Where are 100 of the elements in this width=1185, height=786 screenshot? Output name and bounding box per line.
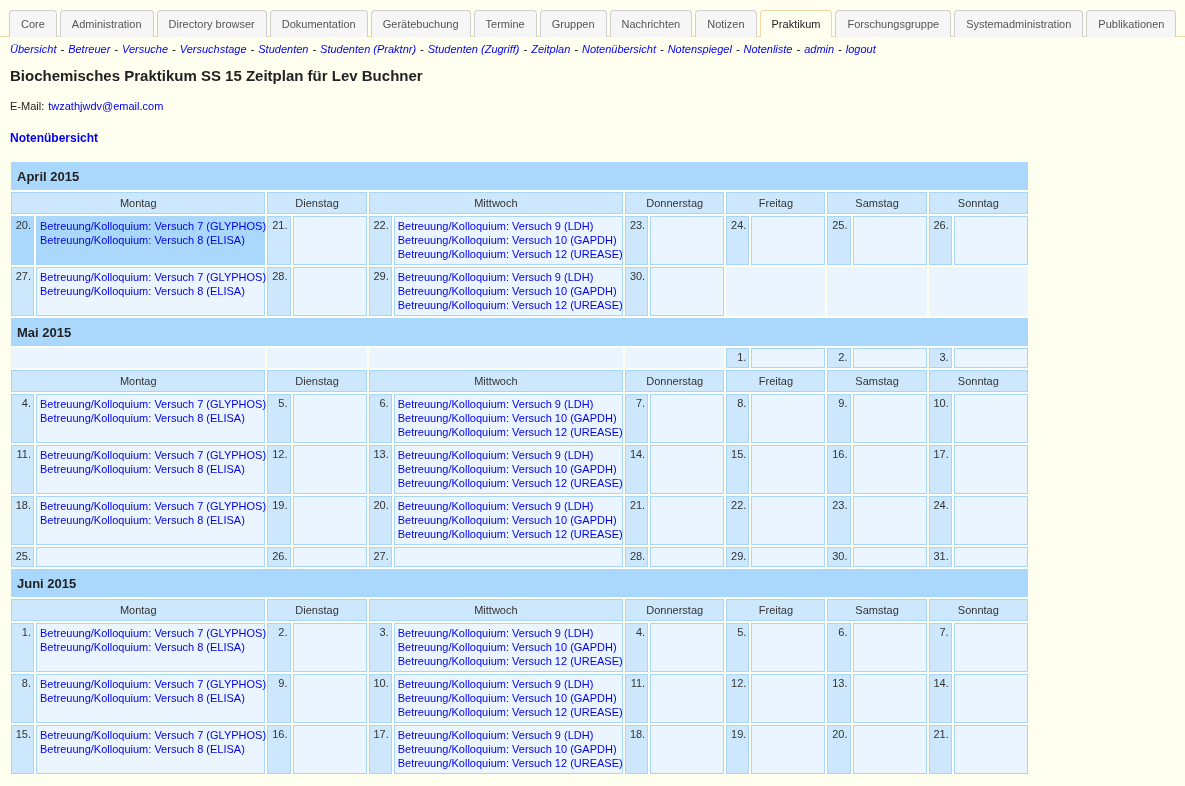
- nav-link[interactable]: Studenten: [258, 43, 309, 55]
- event-link[interactable]: Betreuung/Kolloquium: Versuch 8 (ELISA): [40, 742, 262, 756]
- day-number: 13.: [368, 445, 392, 494]
- day-number: 29.: [726, 547, 750, 567]
- weekday-header: Dienstag: [267, 599, 367, 621]
- grades-link[interactable]: Notenübersicht: [10, 131, 98, 145]
- event-link[interactable]: Betreuung/Kolloquium: Versuch 8 (ELISA): [40, 513, 262, 527]
- event-link[interactable]: Betreuung/Kolloquium: Versuch 10 (GAPDH): [397, 640, 620, 654]
- weekday-header: Freitag: [726, 192, 826, 214]
- weekday-header: Sonntag: [928, 599, 1028, 621]
- day-number: 4.: [625, 623, 649, 672]
- weekday-header: Sonntag: [928, 370, 1028, 392]
- nav-link[interactable]: Übersicht: [10, 43, 57, 55]
- day-number: 25.: [827, 216, 851, 265]
- day-number: 20.: [368, 496, 392, 545]
- tab[interactable]: Forschungsgruppe: [835, 10, 952, 37]
- nav-link[interactable]: admin: [804, 43, 835, 55]
- tab[interactable]: Praktikum: [759, 10, 833, 37]
- tab[interactable]: Termine: [473, 10, 537, 37]
- event-link[interactable]: Betreuung/Kolloquium: Versuch 9 (LDH): [397, 397, 620, 411]
- nav-link[interactable]: Versuche: [122, 43, 169, 55]
- day-number: 18.: [11, 496, 35, 545]
- nav-link[interactable]: Zeitplan: [531, 43, 571, 55]
- day-number: 16.: [827, 445, 851, 494]
- tab[interactable]: Dokumentation: [269, 10, 368, 37]
- event-link[interactable]: Betreuung/Kolloquium: Versuch 8 (ELISA): [40, 640, 262, 654]
- day-number: 17.: [368, 725, 392, 774]
- nav-link[interactable]: Betreuer: [68, 43, 111, 55]
- event-link[interactable]: Betreuung/Kolloquium: Versuch 12 (UREASE): [397, 527, 620, 541]
- event-link[interactable]: Betreuung/Kolloquium: Versuch 8 (ELISA): [40, 411, 262, 425]
- day-number: 7.: [928, 623, 952, 672]
- weekday-header: Freitag: [726, 599, 826, 621]
- event-link[interactable]: Betreuung/Kolloquium: Versuch 9 (LDH): [397, 499, 620, 513]
- event-link[interactable]: Betreuung/Kolloquium: Versuch 9 (LDH): [397, 728, 620, 742]
- tab[interactable]: Notizen: [695, 10, 757, 37]
- event-link[interactable]: Betreuung/Kolloquium: Versuch 12 (UREASE): [397, 756, 620, 770]
- event-link[interactable]: Betreuung/Kolloquium: Versuch 9 (LDH): [397, 626, 620, 640]
- tab[interactable]: Administration: [59, 10, 154, 37]
- nav-link[interactable]: Versuchstage: [179, 43, 247, 55]
- tab[interactable]: Directory browser: [156, 10, 267, 37]
- event-link[interactable]: Betreuung/Kolloquium: Versuch 8 (ELISA): [40, 284, 262, 298]
- event-link[interactable]: Betreuung/Kolloquium: Versuch 8 (ELISA): [40, 691, 262, 705]
- separator-text: -: [114, 43, 118, 55]
- event-link[interactable]: Betreuung/Kolloquium: Versuch 10 (GAPDH): [397, 284, 620, 298]
- event-link[interactable]: Betreuung/Kolloquium: Versuch 10 (GAPDH): [397, 233, 620, 247]
- email-link[interactable]: twzathjwdv@email.com: [48, 100, 164, 112]
- event-link[interactable]: Betreuung/Kolloquium: Versuch 10 (GAPDH): [397, 411, 620, 425]
- tab[interactable]: Systemadministration: [954, 10, 1084, 37]
- day-number: 13.: [827, 674, 851, 723]
- day-number: 28.: [267, 267, 291, 316]
- day-number: 14.: [625, 445, 649, 494]
- day-number: 19.: [267, 496, 291, 545]
- weekday-header: Donnerstag: [625, 192, 725, 214]
- event-link[interactable]: Betreuung/Kolloquium: Versuch 10 (GAPDH): [397, 462, 620, 476]
- tab[interactable]: Core: [9, 10, 57, 37]
- weekday-header: Dienstag: [267, 370, 367, 392]
- separator-text: -: [60, 43, 65, 55]
- day-number: 25.: [11, 547, 35, 567]
- event-link[interactable]: Betreuung/Kolloquium: Versuch 9 (LDH): [397, 448, 620, 462]
- weekday-header: Samstag: [827, 370, 927, 392]
- event-link[interactable]: Betreuung/Kolloquium: Versuch 12 (UREASE): [397, 425, 620, 439]
- event-link[interactable]: Betreuung/Kolloquium: Versuch 9 (LDH): [397, 219, 620, 233]
- day-number: 15.: [726, 445, 750, 494]
- nav-link[interactable]: logout: [845, 43, 876, 55]
- tab[interactable]: Gerätebuchung: [370, 10, 471, 37]
- event-link[interactable]: Betreuung/Kolloquium: Versuch 12 (UREASE): [397, 247, 620, 261]
- event-link[interactable]: Betreuung/Kolloquium: Versuch 12 (UREASE): [397, 654, 620, 668]
- event-link[interactable]: Betreuung/Kolloquium: Versuch 10 (GAPDH): [397, 691, 620, 705]
- event-link[interactable]: Betreuung/Kolloquium: Versuch 9 (LDH): [397, 270, 620, 284]
- day-number: 20.: [827, 725, 851, 774]
- weekday-header: Samstag: [827, 599, 927, 621]
- event-link[interactable]: Betreuung/Kolloquium: Versuch 10 (GAPDH): [397, 742, 620, 756]
- tab[interactable]: Gruppen: [539, 10, 607, 37]
- event-link[interactable]: Betreuung/Kolloquium: Versuch 12 (UREASE): [397, 298, 620, 312]
- day-number: 6.: [368, 394, 392, 443]
- nav-link[interactable]: Notenspiegel: [667, 43, 732, 55]
- separator-text: -: [838, 43, 842, 55]
- event-link[interactable]: Betreuung/Kolloquium: Versuch 8 (ELISA): [40, 233, 262, 247]
- weekday-header: Mittwoch: [368, 370, 624, 392]
- separator-text: -: [796, 43, 801, 55]
- day-number: 21.: [267, 216, 291, 265]
- day-number: 5.: [726, 623, 750, 672]
- event-link[interactable]: Betreuung/Kolloquium: Versuch 10 (GAPDH): [397, 513, 620, 527]
- nav-link[interactable]: Studenten (Praktnr): [320, 43, 417, 55]
- event-link[interactable]: Betreuung/Kolloquium: Versuch 8 (ELISA): [40, 462, 262, 476]
- separator-text: -: [574, 43, 578, 55]
- event-link[interactable]: Betreuung/Kolloquium: Versuch 9 (LDH): [397, 677, 620, 691]
- nav-link[interactable]: Notenliste: [743, 43, 793, 55]
- nav-link[interactable]: Studenten (Zugriff): [427, 43, 520, 55]
- day-number: 4.: [11, 394, 35, 443]
- event-link[interactable]: Betreuung/Kolloquium: Versuch 12 (UREASE): [397, 705, 620, 719]
- day-number: 12.: [726, 674, 750, 723]
- separator-text: -: [172, 43, 176, 55]
- separator-text: -: [660, 43, 664, 55]
- event-link[interactable]: Betreuung/Kolloquium: Versuch 12 (UREASE): [397, 476, 620, 490]
- tab[interactable]: Nachrichten: [609, 10, 693, 37]
- tab[interactable]: Publikationen: [1086, 10, 1177, 37]
- separator-text: -: [312, 43, 317, 55]
- day-number: 29.: [368, 267, 392, 316]
- nav-link[interactable]: Notenübersicht: [582, 43, 656, 55]
